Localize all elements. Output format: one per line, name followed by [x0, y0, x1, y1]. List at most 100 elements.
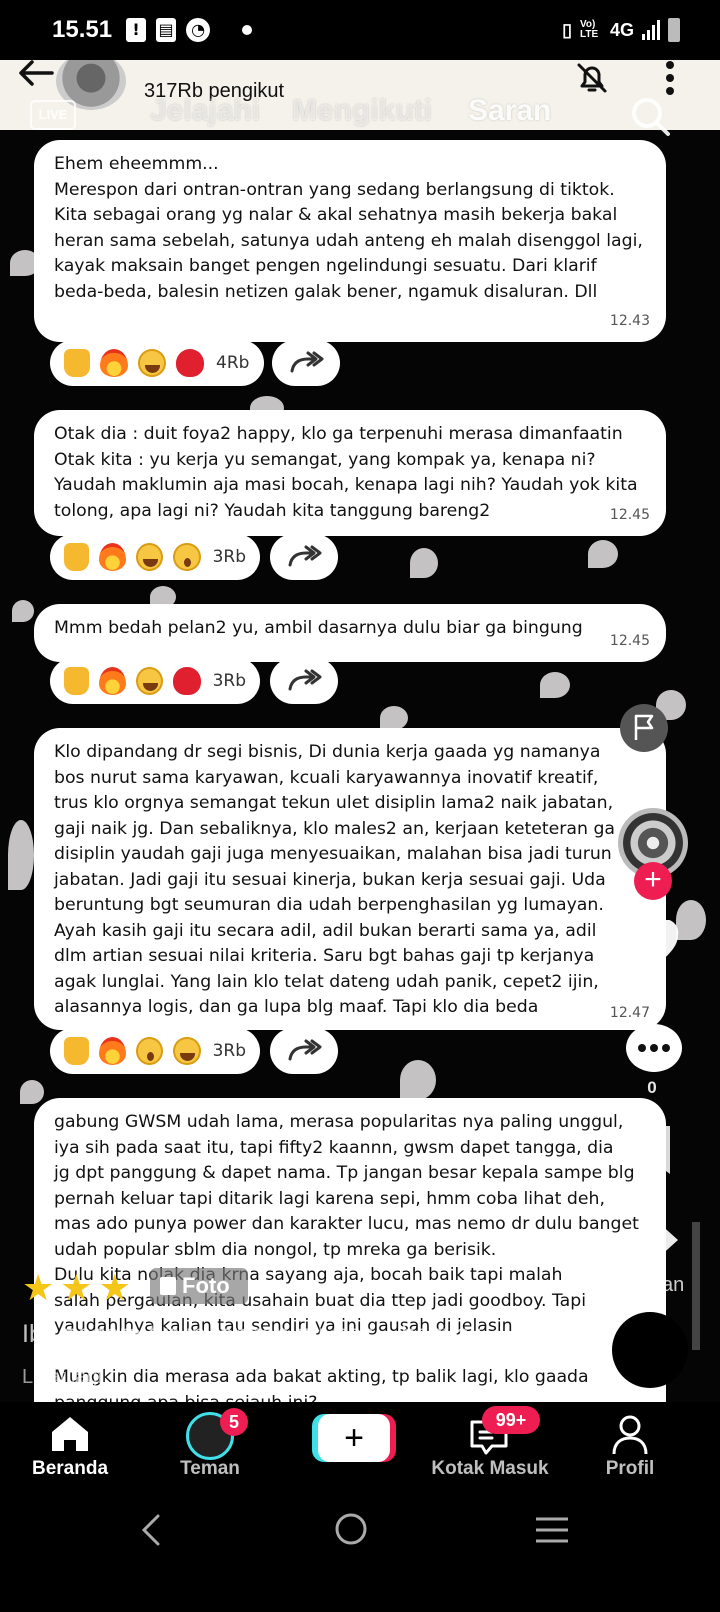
- nav-label: Profil: [605, 1458, 655, 1479]
- like-heart-icon[interactable]: [624, 920, 680, 972]
- video-caption[interactable]: Ibu negara turun tangan guysss... banyak: [22, 1320, 482, 1349]
- nav-kotak-masuk[interactable]: 99+ Kotak Masuk: [420, 1402, 560, 1496]
- system-icons: ▯ Vo) LTE 4G: [562, 18, 680, 42]
- chat-message[interactable]: Klo dipandang dr segi bisnis, Di dunia k…: [34, 728, 666, 1030]
- forward-button[interactable]: [272, 340, 340, 386]
- share-icon[interactable]: [628, 1220, 680, 1264]
- see-more-link[interactable]: Lihat lagi: [22, 1366, 102, 1389]
- inbox-badge: 99+: [482, 1406, 540, 1434]
- profile-icon: [612, 1415, 648, 1455]
- friends-badge: 5: [220, 1408, 248, 1436]
- recents-nav-icon[interactable]: [534, 1516, 570, 1544]
- wow-icon[interactable]: [173, 543, 201, 571]
- thumbs-up-icon[interactable]: [64, 1037, 90, 1065]
- home-icon: [52, 1417, 88, 1451]
- tab-jelajahi[interactable]: Jelajahi: [150, 94, 260, 128]
- back-arrow-icon[interactable]: [16, 58, 56, 88]
- reaction-bar[interactable]: 3Rb: [50, 658, 260, 704]
- message-text: Ehem eheemmm... Merespon dari ontran-ont…: [54, 154, 643, 302]
- joy-icon[interactable]: [136, 667, 164, 695]
- speed-icon: ◔: [186, 18, 211, 42]
- thumbs-up-icon[interactable]: [64, 543, 90, 571]
- more-notifications-dot: [242, 25, 253, 35]
- reaction-count: 3Rb: [212, 671, 246, 691]
- fire-icon[interactable]: [100, 349, 128, 377]
- follow-plus-button[interactable]: +: [634, 862, 672, 900]
- fire-icon[interactable]: [99, 1037, 127, 1065]
- chat-message[interactable]: Otak dia : duit foya2 happy, klo ga terp…: [34, 410, 666, 536]
- photo-mode-badge[interactable]: Foto: [150, 1268, 248, 1304]
- report-flag-icon[interactable]: [620, 704, 668, 752]
- message-text: Klo dipandang dr segi bisnis, Di dunia k…: [54, 742, 616, 1017]
- signal-icon: [642, 20, 660, 40]
- plus-icon: +: [344, 1419, 364, 1457]
- star-icon: ★: [98, 1268, 131, 1309]
- reaction-count: 4Rb: [216, 353, 250, 373]
- reaction-count: 3Rb: [212, 547, 246, 567]
- chat-message[interactable]: Mmm bedah pelan2 yu, ambil dasarnya dulu…: [34, 604, 666, 662]
- reaction-bar[interactable]: 4Rb: [50, 340, 264, 386]
- nav-label: Kotak Masuk: [431, 1458, 549, 1479]
- tab-mengikuti[interactable]: Mengikuti: [292, 94, 432, 128]
- chat-message[interactable]: Ehem eheemmm... Merespon dari ontran-ont…: [34, 140, 666, 342]
- fire-icon[interactable]: [99, 667, 127, 695]
- status-time: 15.51: [52, 16, 113, 43]
- forward-icon: [288, 545, 322, 567]
- heart-icon[interactable]: [173, 667, 201, 695]
- status-bar: 15.51 ! ▤ ◔ ▯ Vo) LTE 4G: [0, 0, 720, 60]
- mute-bell-icon[interactable]: [574, 60, 610, 96]
- thumbs-up-icon[interactable]: [64, 667, 90, 695]
- reaction-count: 3Rb: [212, 1041, 246, 1061]
- save-count: 6: [647, 1178, 657, 1197]
- reaction-bar[interactable]: 3Rb: [50, 534, 260, 580]
- forward-button[interactable]: [270, 658, 338, 704]
- more-vertical-icon[interactable]: [664, 58, 676, 96]
- message-time: 12.45: [609, 506, 650, 523]
- forward-icon: [288, 1039, 322, 1061]
- message-time: 12.43: [609, 312, 650, 329]
- forward-button[interactable]: [270, 1028, 338, 1074]
- sound-disc-button[interactable]: [612, 1312, 688, 1388]
- nav-label: Beranda: [31, 1458, 109, 1479]
- comment-icon[interactable]: [626, 1024, 682, 1072]
- joy-icon[interactable]: [173, 1037, 201, 1065]
- nav-teman[interactable]: 5 Teman: [140, 1402, 280, 1496]
- nav-beranda[interactable]: Beranda: [0, 1402, 140, 1496]
- star-icon: ★: [60, 1268, 93, 1309]
- forward-button[interactable]: [270, 534, 338, 580]
- tab-saran[interactable]: Saran: [468, 94, 551, 128]
- joy-icon[interactable]: [138, 349, 166, 377]
- create-button[interactable]: +: [318, 1414, 390, 1462]
- star-icon: ★: [22, 1268, 55, 1309]
- message-text: Mmm bedah pelan2 yu, ambil dasarnya dulu…: [54, 618, 583, 638]
- forward-icon: [290, 351, 324, 373]
- star-rating: ★ ★ ★: [22, 1268, 131, 1309]
- notification-icons: ! ▤ ◔: [126, 18, 253, 42]
- scroll-indicator: [692, 1222, 700, 1350]
- forward-icon: [288, 669, 322, 691]
- home-nav-icon[interactable]: [334, 1512, 368, 1546]
- thumbs-up-icon[interactable]: [64, 349, 90, 377]
- like-count: 4,6: [640, 982, 664, 1001]
- wow-icon[interactable]: [136, 1037, 164, 1065]
- message-time: 12.47: [609, 1004, 650, 1021]
- alert-icon: !: [126, 18, 147, 42]
- live-button[interactable]: LIVE: [30, 100, 76, 130]
- joy-icon[interactable]: [136, 543, 164, 571]
- heart-icon[interactable]: [176, 349, 204, 377]
- share-label[interactable]: Bagikan: [612, 1274, 684, 1297]
- reaction-bar[interactable]: 3Rb: [50, 1028, 260, 1074]
- network-label: 4G: [609, 19, 634, 40]
- nav-profil[interactable]: Profil: [560, 1402, 700, 1496]
- chat-message[interactable]: gabung GWSM udah lama, merasa popularita…: [34, 1098, 666, 1402]
- battery-icon: [668, 18, 680, 42]
- bookmark-icon[interactable]: [634, 1124, 674, 1176]
- message-time: 12.45: [609, 632, 650, 649]
- vibrate-icon: ▯: [562, 19, 572, 40]
- fire-icon[interactable]: [99, 543, 127, 571]
- back-nav-icon[interactable]: [138, 1514, 162, 1546]
- active-tab-indicator: [500, 148, 546, 152]
- search-icon[interactable]: [628, 94, 672, 138]
- bottom-navigation: Beranda 5 Teman + 99+ Kotak Masuk Profil: [0, 1402, 720, 1496]
- feed-tabs: LIVE Jelajahi Mengikuti Saran: [0, 92, 720, 136]
